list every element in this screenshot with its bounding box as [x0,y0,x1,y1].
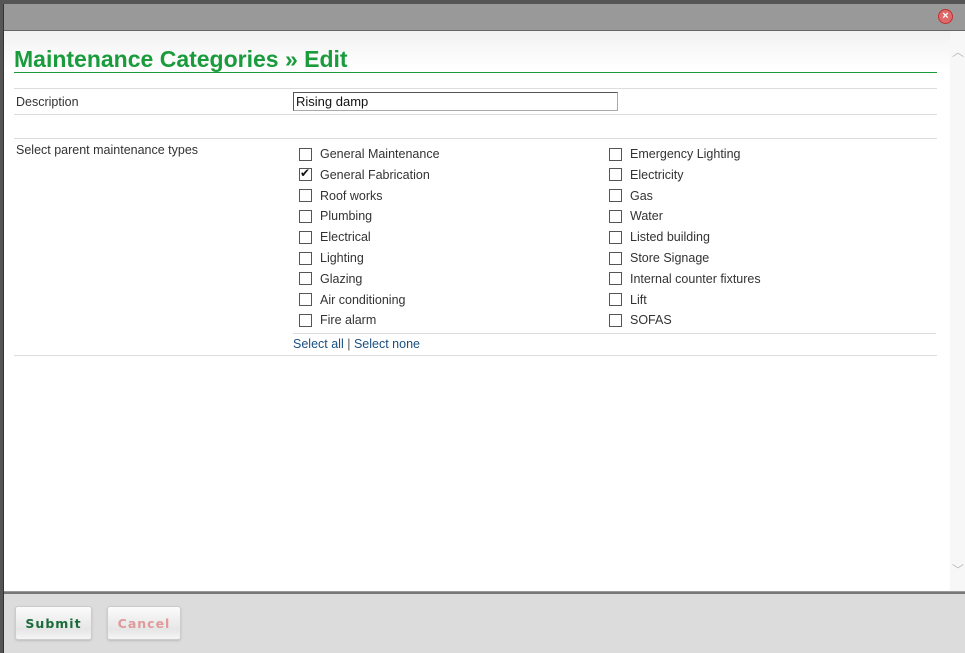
checkbox[interactable] [299,189,312,203]
checkbox[interactable] [299,209,312,223]
parent-type-label: Lift [630,292,647,307]
dialog-content: Maintenance Categories » Edit Descriptio… [4,30,965,591]
parent-type-option[interactable]: Water [609,206,663,226]
parent-type-option[interactable]: General Fabrication [299,165,430,185]
parent-type-label: SOFAS [630,313,672,328]
parent-type-option[interactable]: General Maintenance [299,144,440,164]
checkbox[interactable] [609,189,622,203]
checkbox[interactable] [609,209,622,223]
row-divider [293,333,936,334]
parent-type-label: General Maintenance [320,147,440,161]
page-title: Maintenance Categories » Edit [14,46,348,72]
select-none-link[interactable]: Select none [354,337,420,351]
parent-type-label: Store Signage [630,251,710,265]
parent-type-label: Emergency Lighting [630,147,741,161]
parent-type-label: Water [630,209,663,224]
parent-type-option[interactable]: Lighting [299,248,364,268]
parent-type-option[interactable]: Lift [609,290,647,310]
parent-type-label: Lighting [320,251,364,265]
cancel-button[interactable]: Cancel [107,606,181,640]
checkbox[interactable] [609,168,622,182]
checkbox[interactable] [299,313,312,327]
checkbox[interactable] [299,230,312,244]
submit-button[interactable]: Submit [15,606,92,640]
scroll-down-icon[interactable]: ﹀ [952,561,964,578]
dialog-titlebar: × [4,4,965,30]
scroll-up-icon[interactable]: ︿ [952,43,964,60]
close-icon[interactable]: × [938,9,953,24]
description-label: Description [16,95,79,109]
checkbox[interactable] [609,230,622,244]
parent-type-label: Internal counter fixtures [630,271,761,286]
row-divider [14,355,937,356]
checkbox[interactable] [299,293,312,307]
parent-type-option[interactable]: Plumbing [299,206,372,226]
parent-type-option[interactable]: Emergency Lighting [609,144,740,164]
parent-type-label: Roof works [320,188,383,203]
row-divider [14,138,937,139]
checkbox[interactable] [299,147,312,161]
parent-type-option[interactable]: SOFAS [609,310,672,330]
link-separator: | [347,337,351,351]
checkbox[interactable] [609,251,622,265]
parent-type-option[interactable]: Electricity [609,165,683,185]
checkbox[interactable] [609,293,622,307]
parent-type-option[interactable]: Roof works [299,186,383,206]
parent-type-option[interactable]: Listed building [609,227,710,247]
scrollbar[interactable]: ︿ ﹀ [950,31,965,591]
checkbox-checked[interactable] [299,166,312,182]
checkbox[interactable] [609,313,622,327]
parent-type-label: Gas [630,188,653,203]
select-links: Select all | Select none [293,337,420,351]
parent-type-label: Electrical [320,230,371,245]
parent-type-option[interactable]: Internal counter fixtures [609,269,761,289]
parent-type-label: Listed building [630,230,710,245]
parent-type-label: Fire alarm [320,313,377,328]
row-divider [14,114,937,115]
parent-type-option[interactable]: Glazing [299,269,362,289]
parent-type-option[interactable]: Electrical [299,227,371,247]
parent-type-label: Glazing [320,271,363,286]
parent-types-label: Select parent maintenance types [16,143,199,157]
checkbox[interactable] [299,251,312,265]
parent-type-label: Plumbing [320,209,373,224]
checkbox[interactable] [299,272,312,286]
select-all-link[interactable]: Select all [293,337,344,351]
form-area: Maintenance Categories » Edit Descriptio… [4,31,950,591]
parent-type-option[interactable]: Store Signage [609,248,709,268]
parent-type-label: General Fabrication [320,167,430,182]
description-input[interactable] [293,92,618,111]
parent-type-option[interactable]: Air conditioning [299,290,405,310]
parent-type-label: Air conditioning [320,292,406,307]
checkbox[interactable] [609,272,622,286]
parent-type-option[interactable]: Gas [609,186,653,206]
parent-type-option[interactable]: Fire alarm [299,310,376,330]
title-divider [14,72,937,73]
row-divider [14,88,937,89]
checkbox[interactable] [609,147,622,161]
edit-dialog: × Maintenance Categories » Edit Descript… [3,4,965,653]
parent-type-label: Electricity [630,167,684,182]
dialog-footer: Submit Cancel [4,592,965,653]
